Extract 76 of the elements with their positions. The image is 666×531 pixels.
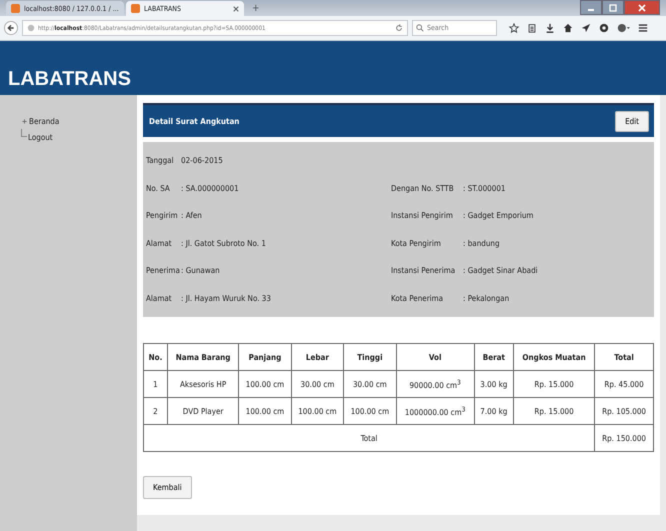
field-value: : ST.000001 — [463, 184, 506, 193]
table-cell: Rp. 15.000 — [513, 370, 595, 398]
back-icon[interactable] — [4, 21, 18, 36]
table-cell: 100.00 cm — [238, 370, 292, 398]
field-label: Alamat — [146, 294, 173, 303]
field-value: : Pekalongan — [463, 294, 510, 303]
star-icon[interactable] — [509, 23, 519, 34]
column-header: No. — [144, 344, 168, 371]
table-cell: Rp. 45.000 — [594, 370, 654, 398]
page-icon — [11, 4, 20, 14]
clipboard-icon[interactable] — [527, 23, 537, 34]
table-cell: DVD Player — [167, 398, 239, 425]
search-icon — [416, 24, 424, 32]
table-cell: Rp. 105.000 — [594, 398, 654, 425]
field-label: Alamat — [146, 238, 173, 248]
close-button[interactable] — [624, 0, 660, 15]
table-cell: 1 — [144, 370, 168, 398]
maximize-icon — [608, 4, 618, 12]
table-cell: 100.00 cm — [238, 398, 292, 425]
page-icon — [131, 4, 140, 14]
maximize-button[interactable] — [602, 0, 624, 15]
panel-title: Detail Surat Angkutan — [149, 116, 240, 126]
field-value: : Jl. Gatot Subroto No. 1 — [181, 238, 266, 248]
table-cell: 100.00 cm — [291, 398, 344, 425]
field-value: : Gunawan — [181, 266, 220, 276]
table-cell: Total — [144, 424, 595, 452]
table-cell: 100.00 cm — [344, 398, 396, 425]
field-value: : Gadget Emporium — [463, 211, 534, 220]
field-value: : SA.000000001 — [181, 184, 239, 193]
field-value: : Jl. Hayam Wuruk No. 33 — [181, 294, 271, 303]
reload-icon[interactable] — [395, 24, 403, 32]
table-cell: 3.00 kg — [474, 370, 514, 398]
field-value: : Gadget Sinar Abadi — [463, 266, 538, 276]
table-cell: 30.00 cm — [344, 370, 396, 398]
field-label: Tanggal — [146, 156, 175, 166]
field-value: : Afen — [181, 211, 202, 220]
field-value: : bandung — [463, 238, 500, 248]
column-header: Berat — [474, 344, 514, 371]
field-label: No. SA — [146, 184, 171, 193]
table-cell: 1000000.00 cm$^{3}$ — [396, 398, 474, 425]
home-icon[interactable] — [563, 23, 573, 34]
send-icon[interactable] — [581, 23, 591, 34]
column-header: Total — [594, 344, 654, 371]
table-cell: 7.00 kg — [474, 398, 514, 425]
site-title: LABATRANS — [8, 68, 131, 92]
minimize-button[interactable] — [580, 0, 602, 15]
field-label: Kota Pengirim — [391, 238, 442, 248]
menu-icon[interactable] — [638, 23, 648, 34]
field-label: Instansi Penerima — [391, 266, 456, 276]
field-label: Penerima — [146, 266, 181, 276]
table-cell: 90000.00 cm$^{3}$ — [396, 370, 474, 398]
column-header: Vol — [396, 344, 474, 371]
column-header: Nama Barang — [167, 344, 239, 371]
table-cell: 2 — [144, 398, 168, 425]
table-cell: 30.00 cm — [291, 370, 344, 398]
column-header: Lebar — [291, 344, 344, 371]
edit-button[interactable]: Edit — [615, 110, 649, 132]
sidebar-link[interactable]: Beranda — [29, 116, 60, 126]
expand-icon[interactable] — [22, 118, 28, 124]
column-header: Panjang — [238, 344, 292, 371]
field-value: 02-06-2015 — [181, 156, 223, 166]
table-cell: Rp. 15.000 — [513, 398, 595, 425]
close-icon[interactable] — [233, 6, 239, 12]
table-cell: Aksesoris HP — [167, 370, 239, 398]
field-label: Instansi Pengirim — [391, 211, 454, 220]
close-icon — [637, 4, 647, 12]
sidebar-link[interactable]: Logout — [28, 132, 53, 142]
field-label: Kota Penerima — [391, 294, 444, 303]
download-icon[interactable] — [545, 23, 555, 34]
column-header: Ongkos Muatan — [513, 344, 595, 371]
column-header: Tinggi — [344, 344, 396, 371]
table-cell: Rp. 150.000 — [594, 424, 654, 452]
new-tab-button[interactable]: + — [246, 2, 266, 14]
back-button[interactable]: Kembali — [143, 476, 192, 500]
field-label: Pengirim — [146, 211, 179, 220]
field-label: Dengan No. STTB — [391, 184, 455, 193]
